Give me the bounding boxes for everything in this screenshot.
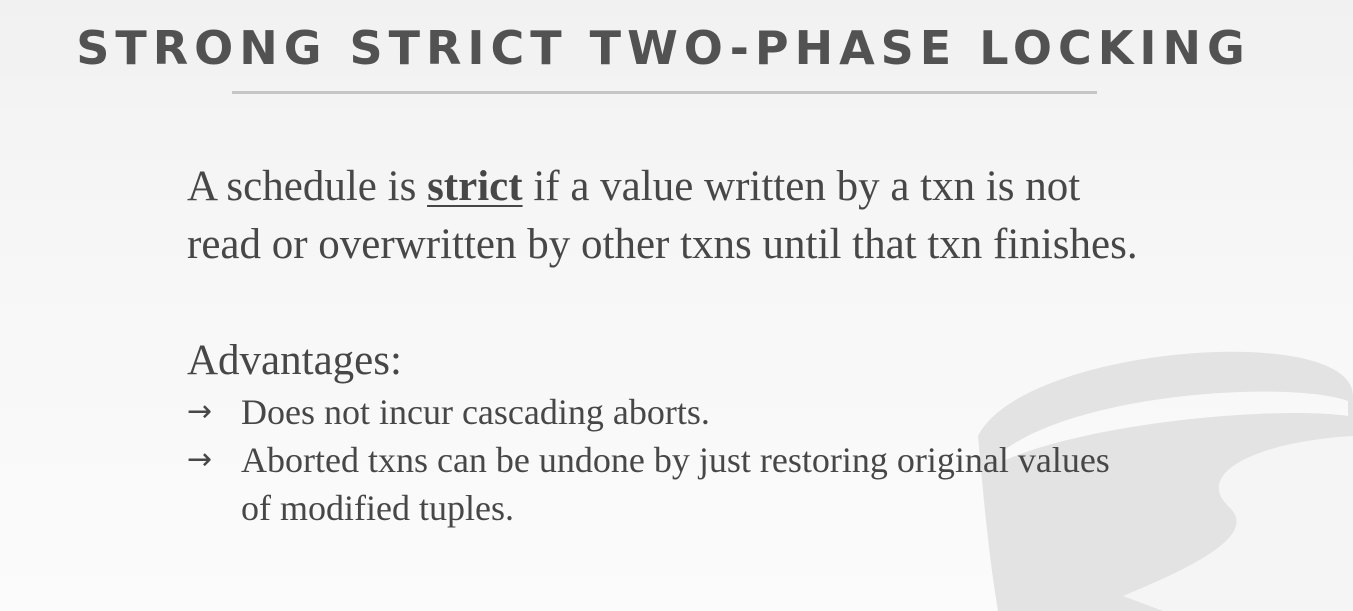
definition-term: strict [427,163,523,210]
list-item: → Does not incur cascading aborts. [187,388,1147,436]
watermark-s-shape [1123,436,1353,611]
slide-content: A schedule is strict if a value written … [187,158,1147,532]
list-item-text: Does not incur cascading aborts. [241,392,710,432]
strict-definition: A schedule is strict if a value written … [187,158,1147,274]
arrow-right-icon: → [187,394,213,429]
arrow-right-icon: → [187,442,213,477]
definition-intro: A schedule is [187,163,428,210]
list-item: → Aborted txns can be undone by just res… [187,436,1147,532]
slide-title: STRONG STRICT TWO-PHASE LOCKING [76,21,1251,75]
advantages-list: → Does not incur cascading aborts. → Abo… [187,388,1147,532]
list-item-text: Aborted txns can be undone by just resto… [241,440,1110,528]
advantages-heading: Advantages: [187,337,402,384]
title-divider [232,91,1097,94]
